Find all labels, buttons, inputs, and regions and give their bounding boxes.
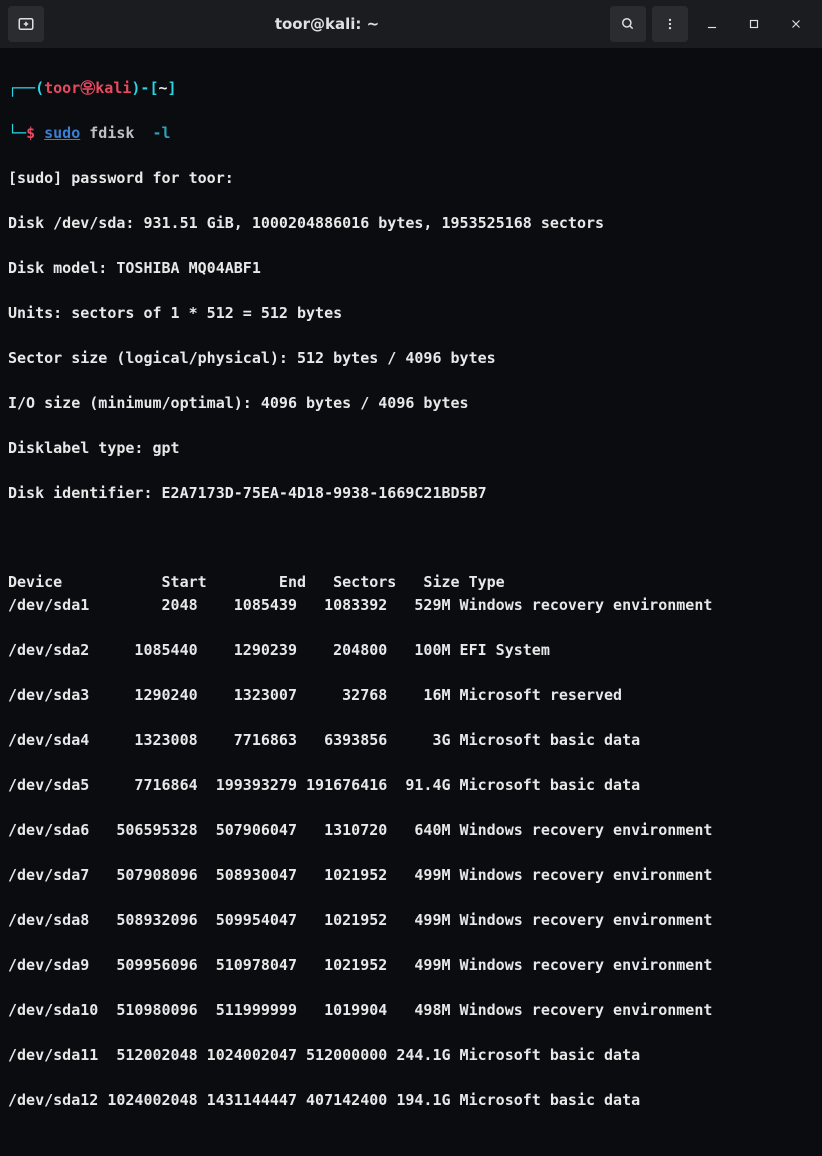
maximize-button[interactable]	[736, 6, 772, 42]
search-button[interactable]	[610, 6, 646, 42]
disklabel-type: Disklabel type: gpt	[8, 437, 814, 460]
new-tab-button[interactable]	[8, 6, 44, 42]
table-header: Device Start End Sectors Size Type	[8, 573, 505, 591]
table-row: /dev/sda12 1024002048 1431144447 4071424…	[8, 1089, 814, 1112]
table-row: /dev/sda5 7716864 199393279 191676416 91…	[8, 774, 814, 797]
disk-model: Disk model: TOSHIBA MQ04ABF1	[8, 257, 814, 280]
table-row: /dev/sda6 506595328 507906047 1310720 64…	[8, 819, 814, 842]
prompt-line-2: └─$ sudo fdisk -l	[8, 122, 814, 145]
table-row: /dev/sda4 1323008 7716863 6393856 3G Mic…	[8, 729, 814, 752]
table-row: /dev/sda8 508932096 509954047 1021952 49…	[8, 909, 814, 932]
partition-table: Device Start End Sectors Size Type /dev/…	[8, 549, 814, 1134]
disk-header: Disk /dev/sda: 931.51 GiB, 1000204886016…	[8, 212, 814, 235]
prompt-line-1: ┌──(toor㉾kali)-[~]	[8, 77, 814, 100]
table-row: /dev/sda10 510980096 511999999 1019904 4…	[8, 999, 814, 1022]
sector-size: Sector size (logical/physical): 512 byte…	[8, 347, 814, 370]
table-row: /dev/sda7 507908096 508930047 1021952 49…	[8, 864, 814, 887]
table-row: /dev/sda9 509956096 510978047 1021952 49…	[8, 954, 814, 977]
terminal-output[interactable]: ┌──(toor㉾kali)-[~] └─$ sudo fdisk -l [su…	[0, 48, 822, 1156]
close-button[interactable]	[778, 6, 814, 42]
table-row: /dev/sda1 2048 1085439 1083392 529M Wind…	[8, 594, 814, 617]
table-row: /dev/sda2 1085440 1290239 204800 100M EF…	[8, 639, 814, 662]
io-size: I/O size (minimum/optimal): 4096 bytes /…	[8, 392, 814, 415]
units: Units: sectors of 1 * 512 = 512 bytes	[8, 302, 814, 325]
minimize-button[interactable]	[694, 6, 730, 42]
sudo-prompt: [sudo] password for toor:	[8, 167, 814, 190]
table-row: /dev/sda3 1290240 1323007 32768 16M Micr…	[8, 684, 814, 707]
window-title: toor@kali: ~	[50, 15, 604, 33]
titlebar: toor@kali: ~	[0, 0, 822, 48]
disk-identifier: Disk identifier: E2A7173D-75EA-4D18-9938…	[8, 482, 814, 505]
menu-button[interactable]	[652, 6, 688, 42]
table-row: /dev/sda11 512002048 1024002047 51200000…	[8, 1044, 814, 1067]
